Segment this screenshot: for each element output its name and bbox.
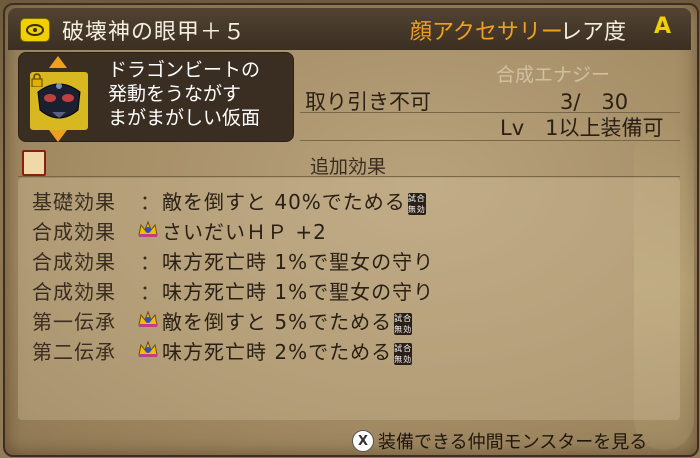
badge-line: 試合 [394,344,413,353]
prev-item-arrow-icon[interactable] [49,56,67,68]
effect-value: 味方死亡時 2%でためる [162,340,393,364]
item-type-icon [20,18,50,42]
effect-colon: ： [140,280,160,304]
effect-label: 合成効果 [32,280,116,304]
next-item-arrow-icon[interactable] [49,130,67,142]
effect-label: 第一伝承 [32,310,116,334]
additional-effects-header: 追加効果 [310,156,387,178]
effect-value: 味方死亡時 1%で聖女の守り [162,280,435,304]
match-invalid-badge: 試合 無効 [394,343,413,365]
effect-value: さいだいＨＰ +2 [162,220,327,244]
badge-line: 無効 [394,355,413,364]
synthesis-energy-label: 合成エナジー [496,64,611,86]
crown-icon [138,220,158,237]
match-invalid-badge: 試合 無効 [394,313,413,335]
book-icon [22,150,46,176]
rarity-label: レア度 [560,20,627,45]
level-requirement: Lv 1以上装備可 [500,116,664,140]
view-monsters-link[interactable]: 装備できる仲間モンスターを見る [378,428,647,454]
badge-line: 無効 [394,325,413,334]
lock-icon [31,73,43,87]
description-line: ドラゴンビートの [108,59,261,81]
effect-colon: ： [140,250,160,274]
divider [300,140,680,141]
effect-label: 合成効果 [32,220,116,244]
effect-text: 味方死亡時 1%で聖女の守り [162,246,434,275]
match-invalid-badge: 試合 無効 [407,193,426,215]
divider [300,112,680,113]
effect-text: さいだいＨＰ +2 [162,216,327,245]
badge-line: 試合 [394,314,413,323]
effect-text: 敵を倒すと 40%でためる 試合無効 [162,186,426,215]
item-name: 破壊神の眼甲＋５ [62,20,247,45]
effect-value: 敵を倒すと 5%でためる [162,310,393,334]
effect-text: 味方死亡時 1%で聖女の守り [162,276,434,305]
crown-icon [138,310,158,327]
item-description: ドラゴンビートの 発動をうながす まがまがしい仮面 [108,58,288,130]
badge-line: 無効 [407,205,426,214]
effect-label: 第二伝承 [32,340,116,364]
effect-text: 味方死亡時 2%でためる 試合無効 [162,336,413,365]
item-category: 顔アクセサリー [410,20,563,45]
crown-icon [138,340,158,357]
badge-line: 試合 [407,194,426,203]
effect-text: 敵を倒すと 5%でためる 試合無効 [162,306,413,335]
effect-colon: ： [140,190,160,214]
rarity-value: A [654,14,672,39]
effect-label: 合成効果 [32,250,116,274]
effect-label: 基礎効果 [32,190,116,214]
x-button-icon[interactable]: X [352,430,374,452]
effect-value: 敵を倒すと 40%でためる [162,190,406,214]
description-line: 発動をうながす [108,83,242,105]
effect-value: 味方死亡時 1%で聖女の守り [162,250,435,274]
description-line: まがまがしい仮面 [108,107,261,129]
